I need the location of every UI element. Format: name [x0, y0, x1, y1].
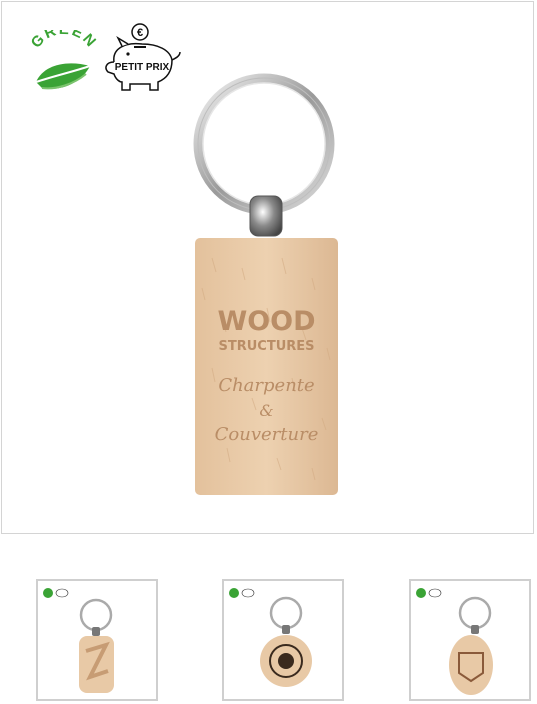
coin-symbol: €	[137, 27, 143, 39]
thumbnail-round[interactable]	[222, 579, 344, 701]
thumbnail-keychain-image	[43, 588, 114, 693]
petit-prix-piggy-icon: € PETIT PRIX	[105, 23, 181, 91]
thumbnail-oval[interactable]	[409, 579, 531, 701]
green-badge-icon: GREEN	[28, 30, 100, 90]
engraving-wood: WOOD	[217, 306, 315, 337]
petit-prix-label: PETIT PRIX	[115, 62, 170, 73]
engraving-charpente: Charpente	[218, 375, 314, 396]
engraving-structures: STRUCTURES	[218, 339, 314, 354]
engraving-ampersand: &	[259, 401, 273, 420]
thumbnail-rounded-rectangle[interactable]	[36, 579, 158, 701]
green-badge-label: GREEN	[28, 30, 98, 52]
thumbnail-keychain-image	[416, 588, 493, 695]
thumbnail-keychain-image	[229, 588, 312, 687]
wooden-keychain-rectangle: WOOD STRUCTURES Charpente & Couverture	[193, 73, 338, 495]
main-product-image: GREEN € PETIT PRIX	[1, 1, 534, 534]
engraving-couverture: Couverture	[215, 424, 319, 445]
svg-text:GREEN: GREEN	[28, 30, 100, 52]
